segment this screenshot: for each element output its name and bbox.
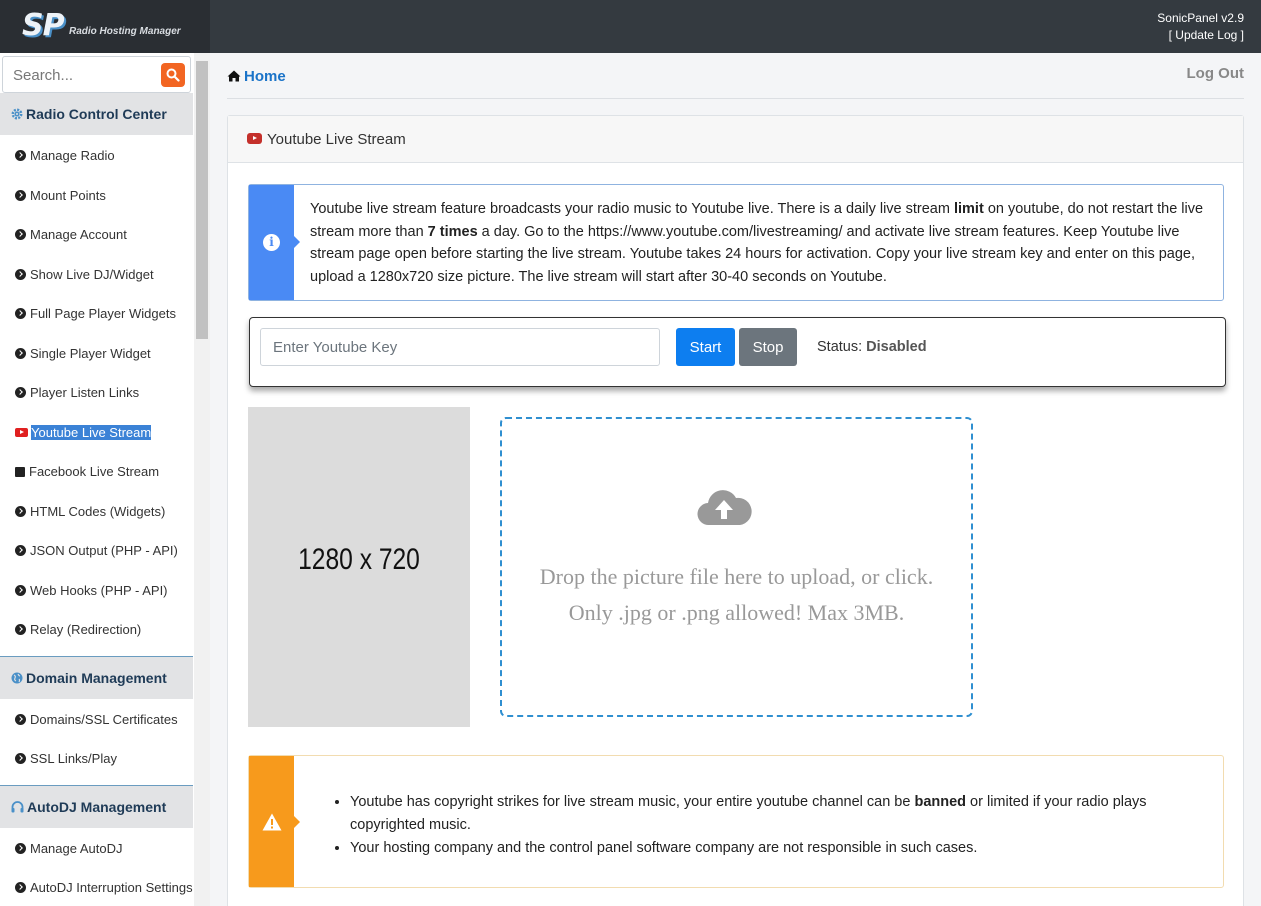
image-preview: 1280 x 720 <box>248 407 470 727</box>
info-side: i <box>249 185 300 300</box>
upload-dropzone[interactable]: Drop the picture file here to upload, or… <box>500 417 973 717</box>
scrollbar-thumb[interactable] <box>196 61 208 339</box>
chevron-circle-icon <box>15 348 26 359</box>
section-title: AutoDJ Management <box>27 799 167 815</box>
globe-icon <box>11 672 23 684</box>
top-bar: SP Radio Hosting Manager SonicPanel v2.9… <box>0 0 1261 53</box>
chevron-circle-icon <box>15 585 26 596</box>
warning-icon <box>262 813 282 831</box>
search-input[interactable] <box>13 65 153 85</box>
stream-status: Status: Disabled <box>817 339 927 355</box>
youtube-key-input[interactable] <box>260 328 660 366</box>
headphones-icon <box>11 801 24 813</box>
search-icon <box>166 68 180 82</box>
sidebar-item-relay[interactable]: Relay (Redirection) <box>15 621 141 639</box>
search-button[interactable] <box>161 63 185 87</box>
sidebar-item-html-codes[interactable]: HTML Codes (Widgets) <box>15 503 165 521</box>
section-title: Radio Control Center <box>26 106 167 122</box>
chevron-circle-icon <box>15 753 26 764</box>
youtube-stream-card: Youtube Live Stream i Youtube live strea… <box>227 115 1244 906</box>
sidebar-item-mount-points[interactable]: Mount Points <box>15 187 106 205</box>
chevron-circle-icon <box>15 308 26 319</box>
warning-list: Youtube has copyright strikes for live s… <box>350 791 1210 860</box>
section-title: Domain Management <box>26 670 167 686</box>
info-text: Youtube live stream feature broadcasts y… <box>310 201 1204 286</box>
logo-subtitle: Radio Hosting Manager <box>69 26 181 37</box>
warning-side <box>249 756 300 887</box>
version-label: SonicPanel v2.9 <box>1157 11 1244 25</box>
sidebar-item-player-listen-links[interactable]: Player Listen Links <box>15 384 139 402</box>
breadcrumb[interactable]: Home <box>227 68 286 85</box>
warning-alert: Youtube has copyright strikes for live s… <box>248 755 1224 888</box>
info-icon: i <box>263 234 280 251</box>
status-value: Disabled <box>866 339 927 355</box>
warning-item: Your hosting company and the control pan… <box>350 837 1210 860</box>
header-divider <box>227 98 1244 99</box>
preview-placeholder-text: 1280 x 720 <box>298 543 420 576</box>
sidebar-item-web-hooks[interactable]: Web Hooks (PHP - API) <box>15 582 168 600</box>
sidebar-item-facebook-live-stream[interactable]: Facebook Live Stream <box>15 463 159 481</box>
chevron-circle-icon <box>15 150 26 161</box>
chevron-circle-icon <box>15 190 26 201</box>
version-info: SonicPanel v2.9 [ Update Log ] <box>1157 10 1244 44</box>
chevron-circle-icon <box>15 714 26 725</box>
sidebar-item-manage-account[interactable]: Manage Account <box>15 226 127 244</box>
start-button[interactable]: Start <box>676 328 735 366</box>
card-title: Youtube Live Stream <box>267 131 406 148</box>
chevron-circle-icon <box>15 387 26 398</box>
stream-key-panel: Start Stop Status: Disabled <box>249 317 1226 387</box>
sidebar-item-manage-radio[interactable]: Manage Radio <box>15 147 115 165</box>
facebook-icon <box>15 467 25 477</box>
logo-area[interactable]: SP Radio Hosting Manager <box>0 0 210 53</box>
sidebar-scrollbar[interactable] <box>194 53 210 906</box>
chevron-circle-icon <box>15 269 26 280</box>
youtube-icon <box>15 428 28 437</box>
logo: SP <box>22 8 65 43</box>
search-box <box>2 56 191 93</box>
youtube-icon <box>247 133 262 144</box>
sidebar-item-show-live-dj[interactable]: Show Live DJ/Widget <box>15 266 154 284</box>
section-radio-control-center[interactable]: Radio Control Center <box>0 93 193 135</box>
chevron-circle-icon <box>15 229 26 240</box>
section-domain-management[interactable]: Domain Management <box>0 657 193 699</box>
dropzone-text: Drop the picture file here to upload, or… <box>539 564 934 625</box>
section-autodj-management[interactable]: AutoDJ Management <box>0 786 193 828</box>
breadcrumb-home: Home <box>244 68 286 85</box>
chevron-circle-icon <box>15 843 26 854</box>
warning-item: Youtube has copyright strikes for live s… <box>350 791 1210 837</box>
sidebar: Radio Control Center Manage Radio Mount … <box>0 53 210 906</box>
sidebar-item-single-player[interactable]: Single Player Widget <box>15 345 151 363</box>
chevron-circle-icon <box>15 882 26 893</box>
main-content: Home Log Out Youtube Live Stream i Youtu… <box>210 53 1261 906</box>
sidebar-item-autodj-interruption[interactable]: AutoDJ Interruption Settings <box>15 879 193 897</box>
gear-icon <box>11 108 23 120</box>
update-log-link[interactable]: [ Update Log ] <box>1157 27 1244 44</box>
home-icon <box>227 70 241 82</box>
card-header: Youtube Live Stream <box>228 116 1243 163</box>
chevron-circle-icon <box>15 506 26 517</box>
info-alert: i Youtube live stream feature broadcasts… <box>248 184 1224 301</box>
logout-link[interactable]: Log Out <box>1187 65 1244 82</box>
sidebar-item-json-output[interactable]: JSON Output (PHP - API) <box>15 542 178 560</box>
sidebar-item-domains-ssl[interactable]: Domains/SSL Certificates <box>15 711 178 729</box>
cloud-upload-icon <box>697 490 752 526</box>
sidebar-item-youtube-live-stream[interactable]: Youtube Live Stream <box>15 424 152 442</box>
chevron-circle-icon <box>15 545 26 556</box>
sidebar-item-ssl-links[interactable]: SSL Links/Play <box>15 750 117 768</box>
sidebar-item-manage-autodj[interactable]: Manage AutoDJ <box>15 840 123 858</box>
stop-button[interactable]: Stop <box>739 328 797 366</box>
chevron-circle-icon <box>15 624 26 635</box>
sidebar-item-full-page-player[interactable]: Full Page Player Widgets <box>15 305 176 323</box>
